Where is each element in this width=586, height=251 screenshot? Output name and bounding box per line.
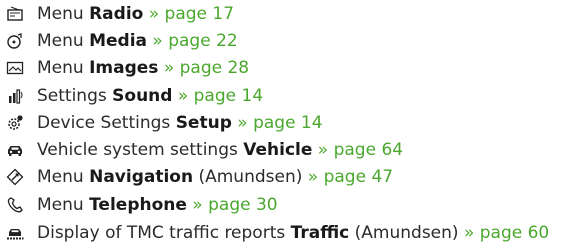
list-item-sound: Settings Sound » page 14	[0, 84, 586, 108]
page-link[interactable]: » page 28	[158, 58, 249, 78]
list-item-radio: Menu Radio » page 17	[0, 2, 586, 26]
list-item-text: Menu Images » page 28	[37, 58, 250, 78]
images-icon	[6, 59, 24, 77]
list-item-text: Menu Media » page 22	[37, 31, 238, 51]
list-item-vehicle: Vehicle system settings Vehicle » page 6…	[0, 138, 586, 162]
page-link[interactable]: » page 64	[312, 140, 403, 160]
list-item-text: Menu Navigation (Amundsen) » page 47	[37, 167, 394, 187]
list-item-traffic: Display of TMC traffic reports Traffic (…	[0, 221, 586, 245]
media-icon	[6, 32, 24, 50]
page-link[interactable]: » page 47	[302, 167, 393, 187]
list-item-text: Menu Radio » page 17	[37, 4, 235, 24]
radio-icon	[6, 5, 24, 23]
telephone-icon	[6, 196, 24, 214]
page-link[interactable]: » page 22	[147, 31, 237, 51]
list-item-setup: Device Settings Setup » page 14	[0, 111, 586, 135]
list-item-navigation: Menu Navigation (Amundsen) » page 47	[0, 165, 586, 189]
list-item-text: Settings Sound » page 14	[37, 86, 264, 106]
list-item-images: Menu Images » page 28	[0, 56, 586, 80]
list-item-text: Menu Telephone » page 30	[37, 195, 278, 215]
page-link[interactable]: » page 17	[143, 4, 234, 24]
traffic-icon	[6, 224, 24, 242]
list-item-telephone: Menu Telephone » page 30	[0, 193, 586, 217]
page-link[interactable]: » page 60	[459, 223, 549, 243]
page-link[interactable]: » page 14	[172, 86, 263, 106]
page-link[interactable]: » page 14	[232, 113, 322, 133]
navigation-icon	[6, 168, 24, 186]
list-item-text: Device Settings Setup » page 14	[37, 113, 323, 133]
list-item-text: Display of TMC traffic reports Traffic (…	[37, 223, 550, 243]
sound-icon	[6, 87, 24, 105]
page-link[interactable]: » page 30	[187, 195, 277, 215]
list-item-media: Menu Media » page 22	[0, 29, 586, 53]
list-item-text: Vehicle system settings Vehicle » page 6…	[37, 140, 404, 160]
setup-gear-icon	[6, 114, 24, 132]
vehicle-icon	[6, 141, 24, 159]
